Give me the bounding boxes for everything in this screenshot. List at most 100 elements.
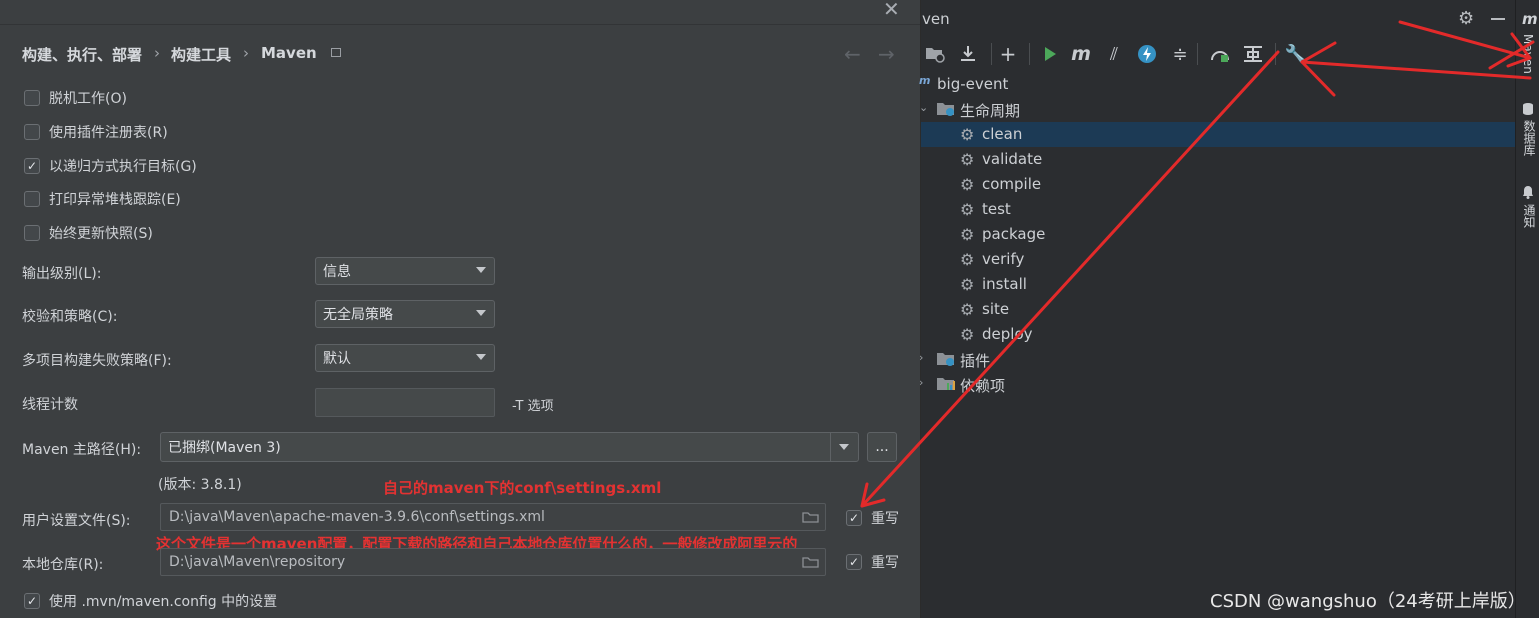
lifecycle-item-deploy[interactable]: ⚙ deploy (921, 322, 1515, 347)
user-settings-input[interactable]: D:\java\Maven\apache-maven-3.9.6\conf\se… (160, 503, 826, 531)
minimize-icon[interactable] (1491, 18, 1505, 20)
update-snapshots-checkbox[interactable] (24, 225, 40, 241)
lifecycle-item-package[interactable]: ⚙ package (921, 222, 1515, 247)
folder-icon[interactable] (802, 556, 819, 568)
add-icon[interactable]: + (997, 42, 1019, 66)
project-node-big-event[interactable]: big-event (937, 75, 1008, 93)
gear-icon: ⚙ (960, 275, 975, 294)
local-repo-value: D:\java\Maven\repository (169, 554, 346, 570)
recursive-goals-checkbox-row[interactable]: ✓ 以递归方式执行目标(G) (24, 156, 197, 176)
checksum-policy-label: 校验和策略(C): (22, 309, 118, 325)
maven-home-browse-button[interactable]: ... (867, 432, 897, 462)
mvn-config-checkbox[interactable]: ✓ (24, 593, 40, 609)
maven-home-value: 已捆绑(Maven 3) (168, 440, 281, 456)
bell-icon (1523, 186, 1533, 199)
lifecycle-folder-icon (937, 103, 954, 116)
multiproject-fail-value: 默认 (323, 351, 351, 367)
user-settings-label: 用户设置文件(S): (22, 513, 131, 529)
local-repo-override-row[interactable]: ✓ 重写 (846, 552, 899, 572)
lifecycle-item-label: verify (982, 250, 1025, 268)
skip-tests-icon[interactable] (1137, 44, 1157, 64)
run-icon[interactable] (1042, 46, 1058, 62)
breadcrumb-build-exec-deploy[interactable]: 构建、执行、部署 (22, 44, 142, 65)
user-settings-override-row[interactable]: ✓ 重写 (846, 508, 899, 528)
maven-module-icon: m (919, 74, 931, 87)
lifecycle-item-test[interactable]: ⚙ test (921, 197, 1515, 222)
maven-panel-title: ven (922, 10, 950, 28)
breadcrumb-build-tools[interactable]: 构建工具 (171, 44, 231, 65)
dependencies-folder-icon (937, 378, 955, 390)
update-snapshots-checkbox-row[interactable]: 始终更新快照(S) (24, 223, 153, 243)
chevron-right-icon[interactable]: › (919, 376, 923, 389)
combo-divider (830, 433, 831, 461)
checksum-policy-select[interactable]: 无全局策略 (315, 300, 495, 328)
stacktrace-checkbox-row[interactable]: 打印异常堆栈跟踪(E) (24, 189, 181, 209)
breadcrumb-maven: Maven (261, 44, 317, 62)
plugin-registry-checkbox[interactable] (24, 124, 40, 140)
lifecycle-item-compile[interactable]: ⚙ compile (921, 172, 1515, 197)
maven-side-tab[interactable]: Maven (1521, 34, 1535, 74)
output-level-value: 信息 (323, 264, 351, 280)
user-settings-override-checkbox[interactable]: ✓ (846, 510, 862, 526)
local-repo-override-checkbox[interactable]: ✓ (846, 554, 862, 570)
wrench-icon[interactable]: 🔧 (1285, 43, 1307, 65)
lifecycle-item-label: test (982, 200, 1011, 218)
offline-label: 脱机工作(O) (49, 91, 127, 107)
chevron-down-icon[interactable]: ⌄ (919, 101, 928, 114)
plugins-node[interactable]: 插件 (960, 350, 990, 371)
lifecycle-item-site[interactable]: ⚙ site (921, 297, 1515, 322)
mvn-config-label: 使用 .mvn/maven.config 中的设置 (49, 594, 278, 610)
folder-icon[interactable] (802, 511, 819, 523)
close-icon[interactable]: ✕ (883, 0, 900, 19)
project-scope-icon (331, 48, 341, 57)
override-label: 重写 (871, 511, 899, 527)
gear-icon[interactable]: ⚙ (1458, 8, 1474, 29)
forward-arrow-icon[interactable]: → (878, 42, 895, 66)
dependencies-node[interactable]: 依赖项 (960, 375, 1005, 396)
toolbar-divider (991, 43, 992, 65)
maven-goal-icon[interactable]: m (1070, 43, 1092, 65)
dropdown-caret-icon (839, 444, 849, 450)
back-arrow-icon[interactable]: ← (844, 42, 861, 66)
show-diagram-icon[interactable] (1242, 44, 1264, 64)
annotation-settings-note: 自己的maven下的conf\settings.xml (383, 479, 662, 497)
lifecycle-item-clean[interactable]: ⚙ clean (921, 122, 1515, 147)
thread-count-input[interactable] (315, 388, 495, 417)
lifecycle-item-validate[interactable]: ⚙ validate (921, 147, 1515, 172)
maven-version-text: (版本: 3.8.1) (158, 477, 242, 493)
chevron-right-icon: › (154, 44, 160, 62)
download-sources-icon[interactable] (958, 45, 978, 63)
chevron-right-icon[interactable]: › (919, 351, 923, 364)
lifecycle-item-label: install (982, 275, 1027, 293)
lifecycle-item-label: clean (982, 125, 1023, 143)
toolbar-divider (1197, 43, 1198, 65)
mvn-config-checkbox-row[interactable]: ✓ 使用 .mvn/maven.config 中的设置 (24, 591, 277, 611)
toggle-offline-icon[interactable]: ⫽ (1103, 43, 1125, 65)
database-side-tab[interactable]: 数据库 (1521, 120, 1538, 156)
lifecycle-item-verify[interactable]: ⚙ verify (921, 247, 1515, 272)
recursive-goals-label: 以递归方式执行目标(G) (49, 159, 197, 175)
output-level-label: 输出级别(L): (22, 266, 102, 282)
lifecycle-item-install[interactable]: ⚙ install (921, 272, 1515, 297)
offline-checkbox-row[interactable]: 脱机工作(O) (24, 88, 127, 108)
stacktrace-checkbox[interactable] (24, 191, 40, 207)
reload-projects-icon[interactable] (925, 45, 945, 63)
output-level-select[interactable]: 信息 (315, 257, 495, 285)
override-label: 重写 (871, 555, 899, 571)
gear-icon: ⚙ (960, 175, 975, 194)
right-tool-strip: m Maven 数据库 通知 (1515, 0, 1539, 618)
local-repo-input[interactable]: D:\java\Maven\repository (160, 548, 826, 576)
maven-home-select[interactable]: 已捆绑(Maven 3) (160, 432, 859, 462)
plugin-registry-label: 使用插件注册表(R) (49, 125, 168, 141)
recursive-goals-checkbox[interactable]: ✓ (24, 158, 40, 174)
lifecycle-node[interactable]: 生命周期 (960, 100, 1020, 121)
multiproject-fail-select[interactable]: 默认 (315, 344, 495, 372)
gear-icon: ⚙ (960, 200, 975, 219)
show-dependencies-icon[interactable] (1209, 44, 1231, 64)
plugins-folder-icon (937, 353, 954, 366)
notifications-side-tab[interactable]: 通知 (1521, 204, 1538, 228)
offline-checkbox[interactable] (24, 90, 40, 106)
plugin-registry-checkbox-row[interactable]: 使用插件注册表(R) (24, 122, 168, 142)
dropdown-caret-icon (476, 310, 486, 316)
collapse-all-icon[interactable]: ≑ (1169, 43, 1191, 65)
